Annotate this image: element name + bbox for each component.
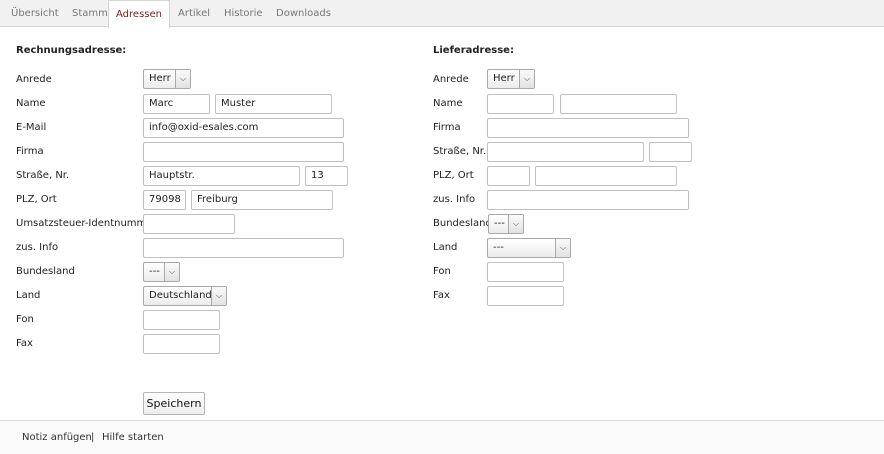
tab-artikel[interactable]: Artikel: [178, 0, 210, 28]
delivery-phone-label: Fon: [433, 266, 451, 277]
delivery-country-label: Land: [433, 242, 458, 253]
delivery-add-info-label: zus. Info: [433, 194, 476, 205]
delivery-country-select[interactable]: --- ⌵: [487, 238, 571, 258]
billing-title: Rechnungsadresse:: [16, 45, 127, 56]
delivery-salutation-label: Anrede: [433, 74, 469, 85]
billing-state-value: ---: [149, 266, 160, 277]
chevron-down-icon: ⌵: [508, 215, 523, 233]
billing-country-select[interactable]: Deutschland ⌵: [143, 286, 227, 306]
delivery-salutation-select[interactable]: Herr ⌵: [487, 69, 535, 89]
billing-salutation-value: Herr: [149, 73, 171, 84]
delivery-last-name-input[interactable]: [560, 94, 677, 114]
tab-uebersicht[interactable]: Übersicht: [11, 0, 59, 28]
delivery-state-select[interactable]: --- ⌵: [488, 214, 524, 234]
billing-country-value: Deutschland: [149, 290, 212, 301]
help-link[interactable]: Hilfe starten: [102, 432, 164, 443]
delivery-name-label: Name: [433, 98, 463, 109]
delivery-zip-input[interactable]: [487, 166, 530, 186]
billing-first-name-input[interactable]: Marc: [143, 94, 210, 114]
billing-street-nr-input[interactable]: 13: [305, 166, 348, 186]
billing-vat-id-label: Umsatzsteuer-Identnummer: [16, 218, 157, 229]
billing-state-select[interactable]: --- ⌵: [143, 262, 180, 282]
billing-last-name-input[interactable]: Muster: [215, 94, 332, 114]
delivery-company-label: Firma: [433, 122, 461, 133]
billing-country-label: Land: [16, 290, 41, 301]
footer-bar: Notiz anfügen | Hilfe starten: [0, 420, 884, 454]
billing-email-input[interactable]: info@oxid-esales.com: [143, 118, 344, 138]
billing-salutation-label: Anrede: [16, 74, 52, 85]
billing-salutation-select[interactable]: Herr ⌵: [143, 69, 191, 89]
billing-street-label: Straße, Nr.: [16, 170, 70, 181]
tab-downloads[interactable]: Downloads: [276, 0, 331, 28]
delivery-state-value: ---: [494, 218, 505, 229]
delivery-salutation-value: Herr: [493, 73, 515, 84]
delivery-add-info-input[interactable]: [487, 190, 689, 210]
delivery-fax-input[interactable]: [487, 286, 564, 306]
add-note-link[interactable]: Notiz anfügen: [22, 432, 92, 443]
save-button[interactable]: Speichern: [143, 392, 205, 415]
billing-zip-input[interactable]: 79098: [143, 190, 186, 210]
delivery-zip-city-label: PLZ, Ort: [433, 170, 474, 181]
tab-adressen[interactable]: Adressen: [108, 0, 170, 28]
billing-company-label: Firma: [16, 146, 44, 157]
billing-state-label: Bundesland: [16, 266, 75, 277]
delivery-state-label: Bundesland: [433, 218, 492, 229]
delivery-company-input[interactable]: [487, 118, 689, 138]
tab-historie[interactable]: Historie: [224, 0, 263, 28]
chevron-down-icon: ⌵: [555, 239, 570, 257]
billing-fax-input[interactable]: [143, 334, 220, 354]
delivery-first-name-input[interactable]: [487, 94, 554, 114]
billing-street-input[interactable]: Hauptstr.: [143, 166, 300, 186]
billing-phone-label: Fon: [16, 314, 34, 325]
delivery-street-nr-input[interactable]: [649, 142, 692, 162]
chevron-down-icon: ⌵: [519, 70, 534, 88]
billing-name-label: Name: [16, 98, 46, 109]
billing-phone-input[interactable]: [143, 310, 220, 330]
chevron-down-icon: ⌵: [164, 263, 179, 281]
chevron-down-icon: ⌵: [211, 287, 226, 305]
delivery-city-input[interactable]: [535, 166, 677, 186]
tab-stamm[interactable]: Stamm: [72, 0, 108, 28]
billing-email-label: E-Mail: [16, 122, 47, 133]
delivery-phone-input[interactable]: [487, 262, 564, 282]
tab-bar: Übersicht Stamm Adressen Artikel Histori…: [0, 0, 884, 28]
delivery-fax-label: Fax: [433, 290, 450, 301]
billing-fax-label: Fax: [16, 338, 33, 349]
delivery-street-input[interactable]: [487, 142, 644, 162]
billing-zip-city-label: PLZ, Ort: [16, 194, 57, 205]
billing-company-input[interactable]: [143, 142, 344, 162]
footer-separator: |: [91, 432, 95, 443]
delivery-street-label: Straße, Nr.: [433, 146, 487, 157]
billing-add-info-label: zus. Info: [16, 242, 59, 253]
billing-add-info-input[interactable]: [143, 238, 344, 258]
billing-vat-id-input[interactable]: [143, 214, 235, 234]
delivery-title: Lieferadresse:: [433, 45, 514, 56]
delivery-country-value: ---: [493, 242, 504, 253]
billing-city-input[interactable]: Freiburg: [191, 190, 333, 210]
chevron-down-icon: ⌵: [175, 70, 190, 88]
